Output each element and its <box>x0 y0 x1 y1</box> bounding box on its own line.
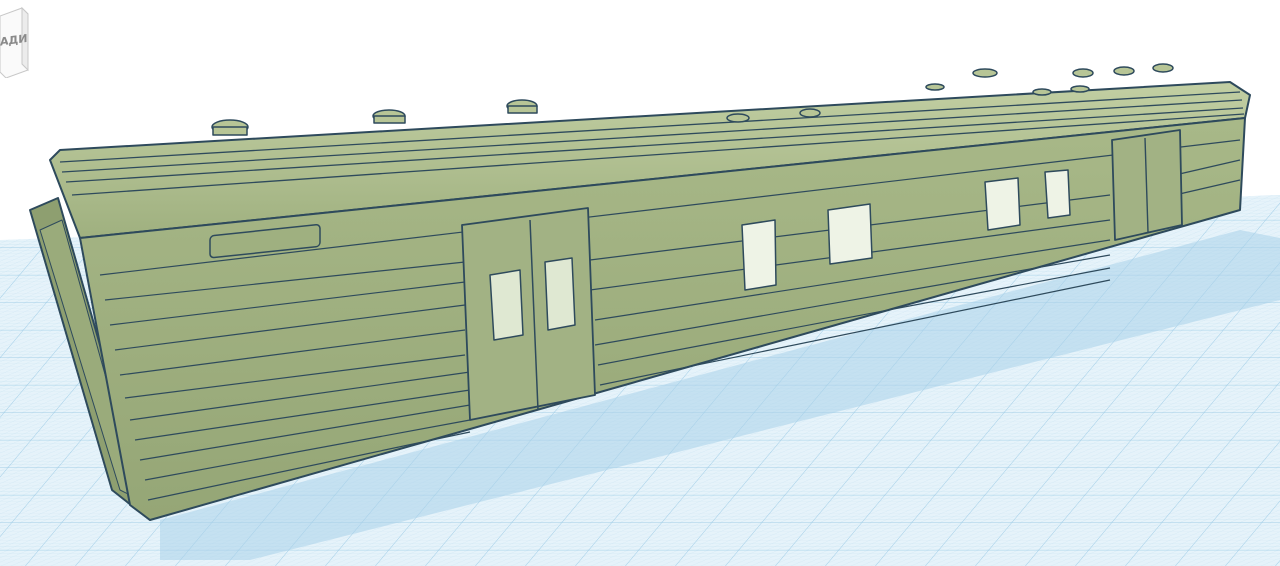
model-window <box>827 203 873 265</box>
model-window <box>741 219 777 291</box>
model-door-left <box>461 207 596 421</box>
model-window <box>984 177 1021 231</box>
model-window <box>1044 169 1071 219</box>
3d-viewport[interactable]: АДИ <box>0 0 1280 566</box>
scene[interactable] <box>0 0 1280 566</box>
view-cube[interactable]: АДИ <box>0 4 30 79</box>
